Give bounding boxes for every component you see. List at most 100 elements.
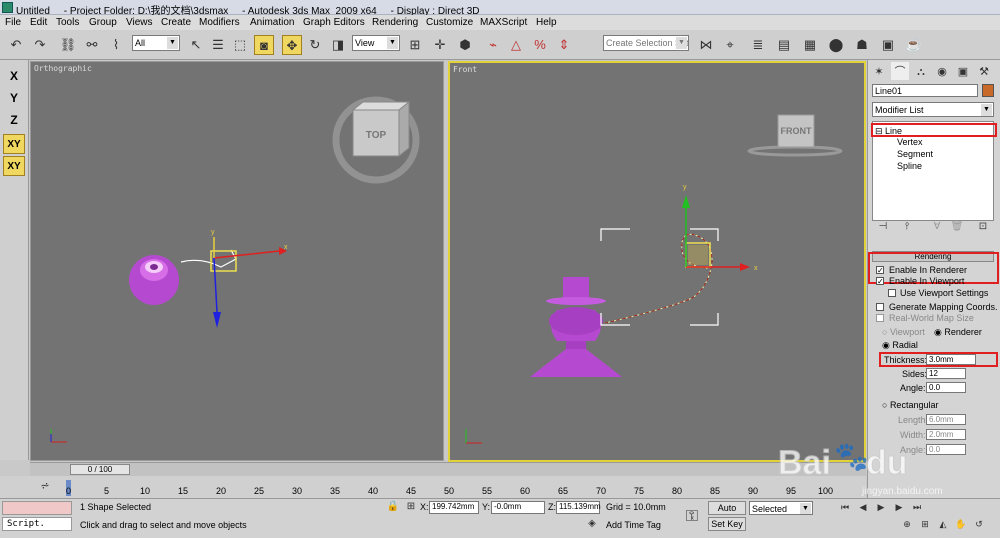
mirror-icon[interactable]: ⋈ bbox=[696, 35, 716, 55]
select-rotate-icon[interactable]: ↻ bbox=[305, 35, 325, 55]
menu-create[interactable]: Create bbox=[161, 17, 191, 28]
curve-editor-icon[interactable]: ▤ bbox=[774, 35, 794, 55]
hierarchy-tab-icon[interactable]: ⛬ bbox=[912, 62, 930, 80]
select-object-icon[interactable]: ↖ bbox=[186, 35, 206, 55]
stack-item-vertex[interactable]: Vertex bbox=[897, 137, 923, 147]
zoom-icon[interactable]: ⊕ bbox=[900, 517, 914, 531]
radial-radio[interactable]: ◉ Radial bbox=[882, 340, 918, 351]
menu-graph-editors[interactable]: Graph Editors bbox=[303, 17, 365, 28]
enable-in-viewport-checkbox[interactable]: ✓ bbox=[876, 277, 884, 286]
restrict-xy-button[interactable]: XY bbox=[3, 134, 25, 154]
select-move-icon[interactable]: ✥ bbox=[282, 35, 302, 55]
x-coord-field[interactable]: 199.742mm bbox=[429, 501, 479, 514]
material-editor-icon[interactable]: ⬤ bbox=[826, 35, 846, 55]
configure-sets-icon[interactable]: ⊡ bbox=[976, 220, 990, 234]
snaps-toggle-icon[interactable]: ⌁ bbox=[483, 35, 503, 55]
orthographic-viewport[interactable]: Orthographic TOP x y bbox=[30, 61, 444, 461]
spinner-snap-icon[interactable]: ⇕ bbox=[554, 35, 574, 55]
menu-customize[interactable]: Customize bbox=[426, 17, 473, 28]
restrict-z-button[interactable]: Z bbox=[3, 110, 25, 130]
time-tag-icon[interactable]: ◈ bbox=[585, 517, 599, 531]
window-crossing-icon[interactable]: ◙ bbox=[254, 35, 274, 55]
width-spinner[interactable]: 2.0mm bbox=[926, 429, 966, 440]
object-name-field[interactable]: Line01 bbox=[872, 84, 978, 97]
object-color-swatch[interactable] bbox=[982, 84, 994, 97]
named-selection-set-field[interactable]: Create Selection Set ▼ bbox=[603, 35, 689, 51]
stack-item-spline[interactable]: Spline bbox=[897, 161, 922, 171]
menu-rendering[interactable]: Rendering bbox=[372, 17, 418, 28]
pan-icon[interactable]: ✋ bbox=[954, 517, 968, 531]
use-viewport-settings-checkbox[interactable] bbox=[888, 289, 896, 297]
manipulate-icon[interactable]: ✛ bbox=[430, 35, 450, 55]
length-spinner[interactable]: 6.0mm bbox=[926, 414, 966, 425]
menu-edit[interactable]: Edit bbox=[30, 17, 47, 28]
render-production-icon[interactable]: ☕ bbox=[904, 35, 924, 55]
renderer-radio[interactable]: ◉ Renderer bbox=[934, 327, 982, 338]
auto-key-button[interactable]: Auto Key bbox=[708, 501, 746, 526]
pivot-center-icon[interactable]: ⊞ bbox=[405, 35, 425, 55]
restrict-plane-cycle-button[interactable]: XY bbox=[3, 156, 25, 176]
menu-group[interactable]: Group bbox=[89, 17, 117, 28]
selection-filter-dropdown[interactable]: All ▼ bbox=[132, 35, 180, 51]
reference-coordinate-dropdown[interactable]: View ▼ bbox=[352, 35, 400, 51]
absolute-mode-icon[interactable]: ⊞ bbox=[404, 500, 418, 514]
keyboard-shortcut-icon[interactable]: ⬢ bbox=[455, 35, 475, 55]
render-setup-icon[interactable]: ☗ bbox=[852, 35, 872, 55]
restrict-x-button[interactable]: X bbox=[3, 66, 25, 86]
modifier-list-dropdown[interactable]: Modifier List ▼ bbox=[872, 102, 994, 117]
utilities-tab-icon[interactable]: ⚒ bbox=[975, 62, 993, 80]
motion-tab-icon[interactable]: ◉ bbox=[933, 62, 951, 80]
viewcube[interactable]: FRONT bbox=[747, 114, 843, 157]
pin-stack-icon[interactable]: ⊣ bbox=[876, 220, 890, 234]
unlink-icon[interactable]: ⚯ bbox=[82, 35, 102, 55]
field-of-view-icon[interactable]: ◭ bbox=[936, 517, 950, 531]
undo-icon[interactable]: ↶ bbox=[6, 35, 26, 55]
orbit-icon[interactable]: ↺ bbox=[972, 517, 986, 531]
link-icon[interactable]: ⛓ bbox=[58, 35, 78, 55]
real-world-map-checkbox[interactable] bbox=[876, 314, 884, 322]
enable-in-renderer-checkbox[interactable]: ✓ bbox=[876, 266, 884, 275]
modify-tab-icon[interactable]: ⌒ bbox=[891, 62, 909, 80]
candle-object-top[interactable] bbox=[129, 255, 179, 305]
show-end-result-icon[interactable]: ⫯ bbox=[900, 220, 914, 234]
display-tab-icon[interactable]: ▣ bbox=[954, 62, 972, 80]
menu-animation[interactable]: Animation bbox=[250, 17, 294, 28]
menu-file[interactable]: File bbox=[5, 17, 21, 28]
track-bar[interactable]: ⩫ 0 5 10 15 20 25 30 35 40 45 50 55 60 6… bbox=[0, 476, 866, 498]
menu-help[interactable]: Help bbox=[536, 17, 557, 28]
select-by-name-icon[interactable]: ☰ bbox=[208, 35, 228, 55]
align-icon[interactable]: ⌖ bbox=[720, 35, 740, 55]
key-icon[interactable]: ⚿ bbox=[680, 505, 704, 529]
remove-modifier-icon[interactable]: 🗑 bbox=[950, 220, 964, 234]
set-key-button[interactable]: Set Key bbox=[708, 517, 746, 531]
make-unique-icon[interactable]: ∀ bbox=[930, 220, 944, 234]
viewcube[interactable]: TOP bbox=[332, 96, 420, 184]
z-coord-field[interactable]: 115.139mm bbox=[556, 501, 601, 514]
create-tab-icon[interactable]: ✶ bbox=[870, 62, 888, 80]
restrict-y-button[interactable]: Y bbox=[3, 88, 25, 108]
menu-tools[interactable]: Tools bbox=[56, 17, 79, 28]
spline-shape[interactable] bbox=[180, 249, 237, 268]
lock-selection-icon[interactable]: 🔒 bbox=[386, 500, 400, 514]
rectangular-radio[interactable]: ○ Rectangular bbox=[882, 400, 938, 410]
front-viewport[interactable]: Front FRONT x y bbox=[448, 61, 866, 462]
move-gizmo[interactable]: x y bbox=[682, 184, 758, 272]
move-gizmo[interactable]: x y bbox=[210, 229, 288, 328]
time-slider[interactable]: 0 / 100 bbox=[70, 464, 130, 475]
rect-selection-icon[interactable]: ⬚ bbox=[230, 35, 250, 55]
stack-item-segment[interactable]: Segment bbox=[897, 149, 933, 159]
rendered-frame-icon[interactable]: ▣ bbox=[878, 35, 898, 55]
menu-maxscript[interactable]: MAXScript bbox=[480, 17, 527, 28]
sides-spinner[interactable]: 12 bbox=[926, 368, 966, 379]
zoom-all-icon[interactable]: ⊞ bbox=[918, 517, 932, 531]
add-time-tag[interactable]: Add Time Tag bbox=[606, 520, 661, 530]
menu-views[interactable]: Views bbox=[126, 17, 153, 28]
menu-modifiers[interactable]: Modifiers bbox=[199, 17, 240, 28]
select-scale-icon[interactable]: ◨ bbox=[328, 35, 348, 55]
maxscript-listener-mini[interactable] bbox=[2, 501, 72, 515]
angle-spinner[interactable]: 0.0 bbox=[926, 382, 966, 393]
generate-mapping-checkbox[interactable] bbox=[876, 303, 884, 311]
candle-object-front[interactable] bbox=[530, 277, 622, 377]
percent-snap-icon[interactable]: % bbox=[530, 35, 550, 55]
script-field[interactable]: Script. bbox=[2, 517, 72, 531]
